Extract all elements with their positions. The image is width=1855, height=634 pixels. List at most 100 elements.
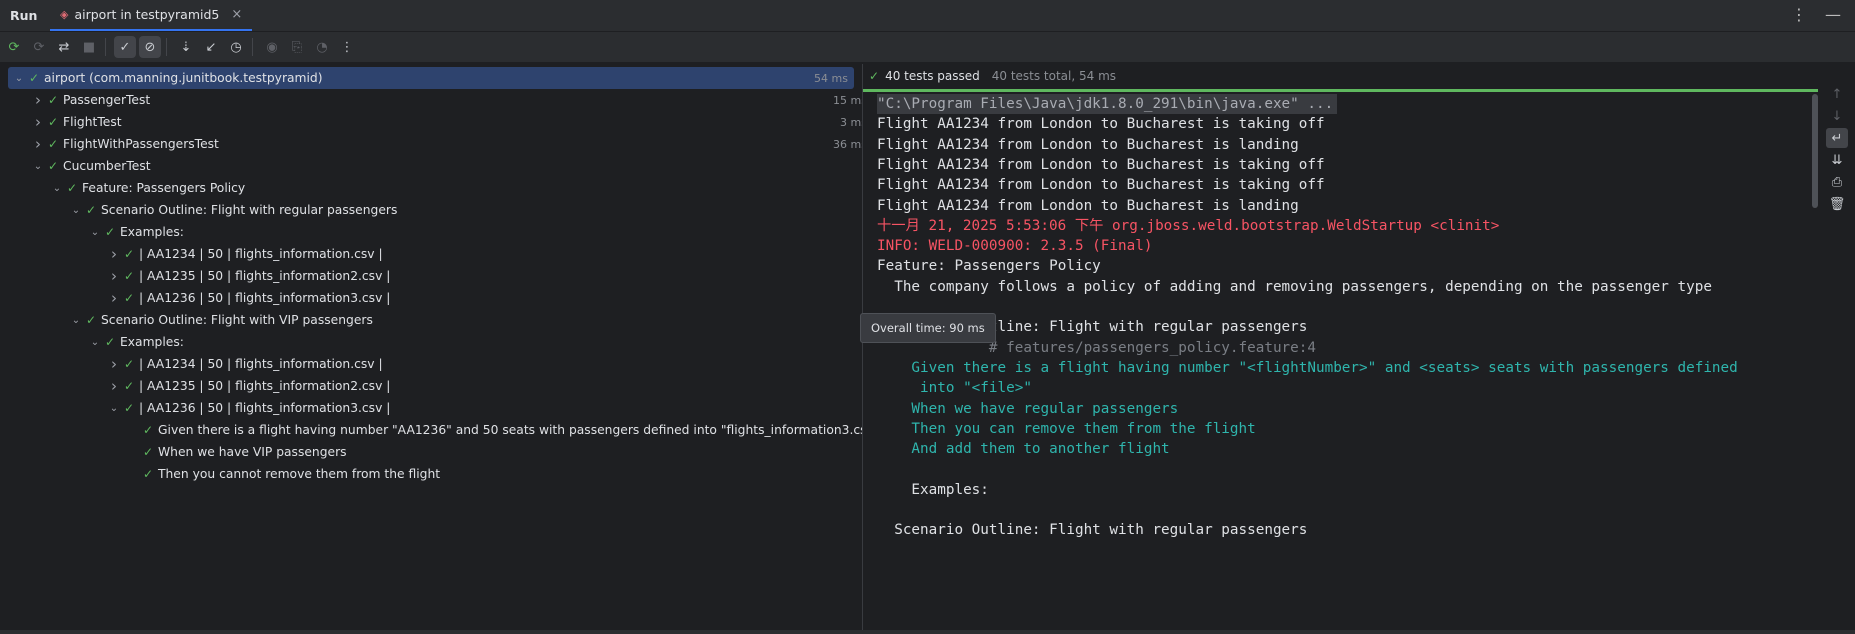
tree-node-label: | AA1236 | 50 | flights_information3.csv… <box>139 291 391 305</box>
check-icon: ✓ <box>142 467 154 481</box>
coverage-icon[interactable]: ◔ <box>311 36 333 58</box>
sort-alphabetically-icon[interactable]: ⇣ <box>175 36 197 58</box>
tree-node[interactable]: ⌄ ✓ airport (com.manning.junitbook.testpyr… <box>8 67 854 89</box>
tree-node[interactable]: › ✓ | AA1236 | 50 | flights_information3.c… <box>8 287 949 309</box>
tree-node-label: PassengerTest <box>63 93 151 107</box>
tests-passed-text: 40 tests passed <box>885 69 980 83</box>
console-output[interactable]: "C:\Program Files\Java\jdk1.8.0_291\bin\… <box>863 94 1813 630</box>
minimize-icon[interactable]: — <box>1825 5 1841 24</box>
check-icon: ✓ <box>47 137 59 151</box>
chevron-right-icon[interactable]: › <box>107 289 121 307</box>
toolbar-separator <box>166 38 167 56</box>
tree-node-label: Given there is a flight having number "A… <box>158 423 880 437</box>
chevron-right-icon[interactable]: › <box>107 355 121 373</box>
check-icon: ✓ <box>123 269 135 283</box>
tree-node-label: FlightTest <box>63 115 122 129</box>
tree-node[interactable]: ⌄ ✓ Scenario Outline: Flight with VIP pass… <box>8 309 911 331</box>
check-icon: ✓ <box>123 379 135 393</box>
console-panel: ✓ 40 tests passed 40 tests total, 54 ms … <box>862 64 1818 630</box>
check-icon: ✓ <box>104 335 116 349</box>
chevron-right-icon[interactable]: › <box>31 113 45 131</box>
console-line: Feature: Passengers Policy <box>877 258 1101 275</box>
show-ignored-icon[interactable]: ⊘ <box>139 36 161 58</box>
chevron-down-icon[interactable]: ⌄ <box>12 73 26 84</box>
tree-node[interactable]: ⌄ ✓ Examples: <box>8 221 930 243</box>
console-line: And add them to another flight <box>877 441 1170 458</box>
chevron-down-icon[interactable]: ⌄ <box>69 205 83 216</box>
tests-total-text: 40 tests total, 54 ms <box>991 69 1117 83</box>
console-line: Flight AA1234 from London to Bucharest i… <box>877 177 1325 194</box>
check-icon: ✓ <box>869 69 880 83</box>
chevron-right-icon[interactable]: › <box>107 377 121 395</box>
screenshot-icon[interactable]: ◉ <box>261 36 283 58</box>
check-icon: ✓ <box>123 291 135 305</box>
tree-node[interactable]: ⌄ ✓ | AA1236 | 50 | flights_information3.c… <box>8 397 949 419</box>
tree-node-label: CucumberTest <box>63 159 151 173</box>
test-duration: 54 ms <box>814 71 848 85</box>
tree-node[interactable]: ⌄ ✓ Examples: <box>8 331 930 353</box>
console-line: Scenario Outline: Flight with regular pa… <box>877 522 1308 539</box>
export-icon[interactable]: ⎘ <box>286 36 308 58</box>
console-line: into "<file>" <box>877 380 1032 397</box>
tree-node-label: Then you cannot remove them from the fli… <box>158 467 441 481</box>
console-side-toolbar: ↑ ↓ ↵ ⇊ ⎙ 🗑 <box>1820 64 1855 630</box>
check-icon: ✓ <box>47 159 59 173</box>
overall-time-tooltip: Overall time: 90 ms <box>860 313 996 343</box>
down-arrow-icon[interactable]: ↓ <box>1826 106 1848 126</box>
console-scrollbar[interactable] <box>1812 94 1818 208</box>
test-status-bar: ✓ 40 tests passed 40 tests total, 54 ms <box>863 64 1818 88</box>
stop-icon[interactable]: ■ <box>78 36 100 58</box>
tree-node[interactable]: ⌄ ✓ Feature: Passengers Policy <box>8 177 892 199</box>
console-line: INFO: WELD-000900: 2.3.5 (Final) <box>877 238 1153 255</box>
tree-node[interactable]: ✓ When we have VIP passengers <box>8 441 968 463</box>
tree-node[interactable]: › ✓ | AA1234 | 50 | flights_information.cs… <box>8 353 949 375</box>
tree-node[interactable]: › ✓ | AA1235 | 50 | flights_information2.c… <box>8 375 949 397</box>
chevron-right-icon[interactable]: › <box>31 91 45 109</box>
console-line: Then you can remove them from the flight <box>877 420 1256 437</box>
more-icon[interactable]: ⋮ <box>336 36 358 58</box>
chevron-down-icon[interactable]: ⌄ <box>107 403 121 414</box>
rerun-failed-icon[interactable]: ⟳ <box>28 36 50 58</box>
tree-node[interactable]: ✓ Given there is a flight having number "… <box>8 419 968 441</box>
tree-node[interactable]: › ✓ | AA1234 | 50 | flights_information.cs… <box>8 243 949 265</box>
trash-icon[interactable]: 🗑 <box>1826 194 1848 214</box>
test-history-icon[interactable]: ◷ <box>225 36 247 58</box>
show-passed-icon[interactable]: ✓ <box>114 36 136 58</box>
check-icon: ✓ <box>123 401 135 415</box>
tree-node-label: FlightWithPassengersTest <box>63 137 219 151</box>
tree-node[interactable]: › ✓ PassengerTest 15 ms <box>8 89 873 111</box>
more-options-icon[interactable]: ⋮ <box>1791 5 1807 24</box>
tree-node-label: Scenario Outline: Flight with regular pa… <box>101 203 398 217</box>
tab-airport-run[interactable]: ◈ airport in testpyramid5 × <box>50 0 253 31</box>
close-icon[interactable]: × <box>231 7 242 22</box>
chevron-down-icon[interactable]: ⌄ <box>69 315 83 326</box>
tree-node[interactable]: ⌄ ✓ Scenario Outline: Flight with regular … <box>8 199 911 221</box>
tree-node[interactable]: › ✓ FlightWithPassengersTest 36 ms <box>8 133 873 155</box>
chevron-down-icon[interactable]: ⌄ <box>31 161 45 172</box>
import-tests-icon[interactable]: ↙ <box>200 36 222 58</box>
tree-node[interactable]: › ✓ FlightTest 3 ms <box>8 111 873 133</box>
run-toolbar: ⟳ ⟳ ⇄ ■ ✓ ⊘ ⇣ ↙ ◷ ◉ ⎘ ◔ ⋮ <box>0 32 1855 63</box>
scroll-to-end-icon[interactable]: ⇊ <box>1826 150 1848 170</box>
tree-node[interactable]: › ✓ | AA1235 | 50 | flights_information2.c… <box>8 265 949 287</box>
chevron-down-icon[interactable]: ⌄ <box>88 337 102 348</box>
up-arrow-icon[interactable]: ↑ <box>1826 84 1848 104</box>
chevron-down-icon[interactable]: ⌄ <box>88 227 102 238</box>
check-icon: ✓ <box>47 115 59 129</box>
print-icon[interactable]: ⎙ <box>1826 172 1848 192</box>
soft-wrap-icon[interactable]: ↵ <box>1826 128 1848 148</box>
chevron-right-icon[interactable]: › <box>107 267 121 285</box>
chevron-down-icon[interactable]: ⌄ <box>50 183 64 194</box>
check-icon: ✓ <box>47 93 59 107</box>
tree-node[interactable]: ⌄ ✓ CucumberTest <box>8 155 873 177</box>
check-icon: ✓ <box>142 445 154 459</box>
tool-window-header: Run ◈ airport in testpyramid5 × ⋮ — <box>0 0 1855 32</box>
tree-node-label: | AA1234 | 50 | flights_information.csv … <box>139 357 383 371</box>
console-line: "C:\Program Files\Java\jdk1.8.0_291\bin\… <box>877 94 1338 114</box>
rerun-icon[interactable]: ⟳ <box>3 36 25 58</box>
tree-node[interactable]: ✓ Then you cannot remove them from the fl… <box>8 463 968 485</box>
chevron-right-icon[interactable]: › <box>31 135 45 153</box>
toggle-auto-test-icon[interactable]: ⇄ <box>53 36 75 58</box>
console-line: Given there is a flight having number "<… <box>877 359 1738 376</box>
chevron-right-icon[interactable]: › <box>107 245 121 263</box>
